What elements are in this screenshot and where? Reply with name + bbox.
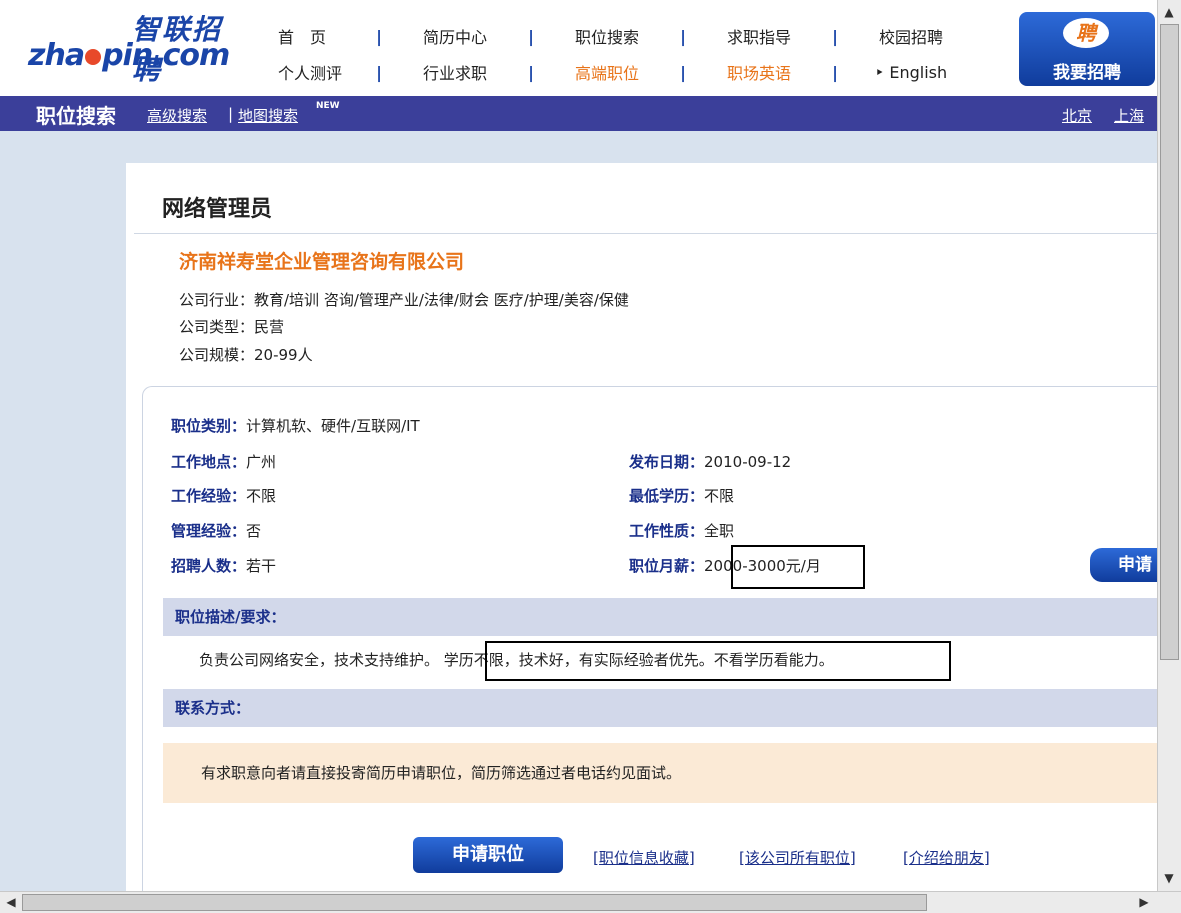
label-salary: 职位月薪： (629, 557, 705, 575)
logo-en-right: pin.com (102, 38, 230, 73)
horizontal-scrollbar[interactable]: ◀ ▶ (0, 891, 1181, 913)
vertical-scrollbar[interactable]: ▲ ▼ (1157, 0, 1181, 891)
nav-separator: | (528, 62, 534, 82)
nav-business-english[interactable]: 职场英语 (699, 60, 819, 84)
nav-separator: | (376, 62, 382, 82)
label-location: 工作地点： (171, 453, 247, 471)
apply-button[interactable]: 申请职位 (413, 837, 563, 873)
value-headcount: 若干 (246, 557, 277, 575)
nav-separator: | (376, 26, 382, 46)
nav-assessment[interactable]: 个人测评 (270, 60, 363, 84)
field-experience: 工作经验：不限 (171, 485, 276, 506)
nav-home[interactable]: 首 页 (270, 24, 363, 48)
label-category: 职位类别： (171, 417, 247, 435)
nav-resume-center[interactable]: 简历中心 (395, 24, 515, 48)
recruit-button[interactable]: 聘 我要招聘 (1019, 12, 1155, 86)
nav-campus[interactable]: 校园招聘 (851, 24, 971, 48)
share-friend-link[interactable]: [介绍给朋友] (903, 847, 990, 868)
scroll-right-icon[interactable]: ▶ (1134, 892, 1154, 912)
salary-highlight-box (731, 545, 865, 589)
job-card: 网络管理员 济南祥寿堂企业管理咨询有限公司 公司行业：教育/培训 咨询/管理产业… (126, 163, 1170, 892)
desc-highlight-box (485, 641, 951, 681)
nav-career-guide[interactable]: 求职指导 (699, 24, 819, 48)
logo-dot-icon (85, 48, 102, 65)
label-nature: 工作性质： (629, 522, 705, 540)
field-education: 最低学历：不限 (629, 485, 734, 506)
field-category: 职位类别：计算机软、硬件/互联网/IT (171, 415, 420, 436)
value-education: 不限 (704, 487, 735, 505)
advanced-search-link[interactable]: 高级搜索 (147, 105, 207, 126)
label-management: 管理经验： (171, 522, 247, 540)
company-size: 公司规模：20-99人 (179, 346, 313, 364)
city-shanghai-link[interactable]: 上海 (1114, 105, 1144, 126)
top-nav: 首 页 | 简历中心 | 职位搜索 | 求职指导 | 校园招聘 个人测评 | 行… (270, 18, 990, 90)
new-badge: NEW (316, 101, 340, 111)
value-category: 计算机软、硬件/互联网/IT (246, 417, 420, 435)
scroll-up-icon[interactable]: ▲ (1159, 2, 1179, 22)
nav-english[interactable]: ‣ English (851, 63, 971, 82)
label-date: 发布日期： (629, 453, 705, 471)
value-nature: 全职 (704, 522, 735, 540)
nav-separator: | (832, 26, 838, 46)
job-title: 网络管理员 (162, 197, 273, 222)
vertical-scroll-thumb[interactable] (1160, 24, 1179, 660)
value-location: 广州 (246, 453, 277, 471)
nav-separator: | (528, 26, 534, 46)
nav-job-search[interactable]: 职位搜索 (547, 24, 667, 48)
desc-header: 职位描述/要求： (163, 598, 1158, 636)
value-date: 2010-09-12 (704, 453, 792, 471)
zhaopin-logo[interactable]: 智联招聘 zha pin.com (28, 8, 238, 88)
label-headcount: 招聘人数： (171, 557, 247, 575)
logo-en-left: zha (28, 38, 85, 73)
scroll-left-icon[interactable]: ◀ (1, 892, 21, 912)
horizontal-scroll-thumb[interactable] (22, 894, 927, 911)
contact-text: 有求职意向者请直接投寄简历申请职位，简历筛选通过者电话约见面试。 (163, 743, 1158, 803)
city-beijing-link[interactable]: 北京 (1062, 105, 1092, 126)
scroll-down-icon[interactable]: ▼ (1159, 868, 1179, 888)
label-experience: 工作经验： (171, 487, 247, 505)
value-management: 否 (246, 522, 262, 540)
value-experience: 不限 (246, 487, 277, 505)
nav-row-2: 个人测评 | 行业求职 | 高端职位 | 职场英语 | ‣ English (270, 54, 990, 90)
company-industry: 公司行业：教育/培训 咨询/管理产业/法律/财会 医疗/护理/美容/保健 (179, 291, 629, 309)
search-bar: 职位搜索 高级搜索 | 地图搜索 NEW 北京 上海 (0, 96, 1157, 131)
map-search-link[interactable]: 地图搜索 (238, 105, 298, 126)
nav-industry-jobs[interactable]: 行业求职 (395, 60, 515, 84)
divider (134, 233, 1157, 234)
company-type: 公司类型：民营 (179, 318, 285, 336)
company-name-link[interactable]: 济南祥寿堂企业管理咨询有限公司 (179, 247, 464, 274)
nav-premium-jobs[interactable]: 高端职位 (547, 60, 667, 84)
recruit-bubble-icon: 聘 (1063, 18, 1109, 48)
field-nature: 工作性质：全职 (629, 520, 734, 541)
nav-separator: | (832, 62, 838, 82)
field-location: 工作地点：广州 (171, 451, 276, 472)
field-headcount: 招聘人数：若干 (171, 555, 276, 576)
job-detail-panel: 职位类别：计算机软、硬件/互联网/IT 工作地点：广州 工作经验：不限 管理经验… (142, 386, 1170, 892)
logo-english: zha pin.com (28, 38, 230, 73)
site-header: 智联招聘 zha pin.com 首 页 | 简历中心 | 职位搜索 | 求职指导… (0, 0, 1157, 96)
contact-header: 联系方式： (163, 689, 1158, 727)
bar-separator: | (228, 105, 234, 123)
nav-separator: | (680, 26, 686, 46)
nav-row-1: 首 页 | 简历中心 | 职位搜索 | 求职指导 | 校园招聘 (270, 18, 990, 54)
save-job-link[interactable]: [职位信息收藏] (593, 847, 695, 868)
recruit-label: 我要招聘 (1053, 63, 1121, 83)
bar-title: 职位搜索 (36, 104, 116, 128)
nav-separator: | (680, 62, 686, 82)
label-education: 最低学历： (629, 487, 705, 505)
company-jobs-link[interactable]: [该公司所有职位] (739, 847, 856, 868)
field-date: 发布日期：2010-09-12 (629, 451, 791, 472)
field-management: 管理经验：否 (171, 520, 261, 541)
